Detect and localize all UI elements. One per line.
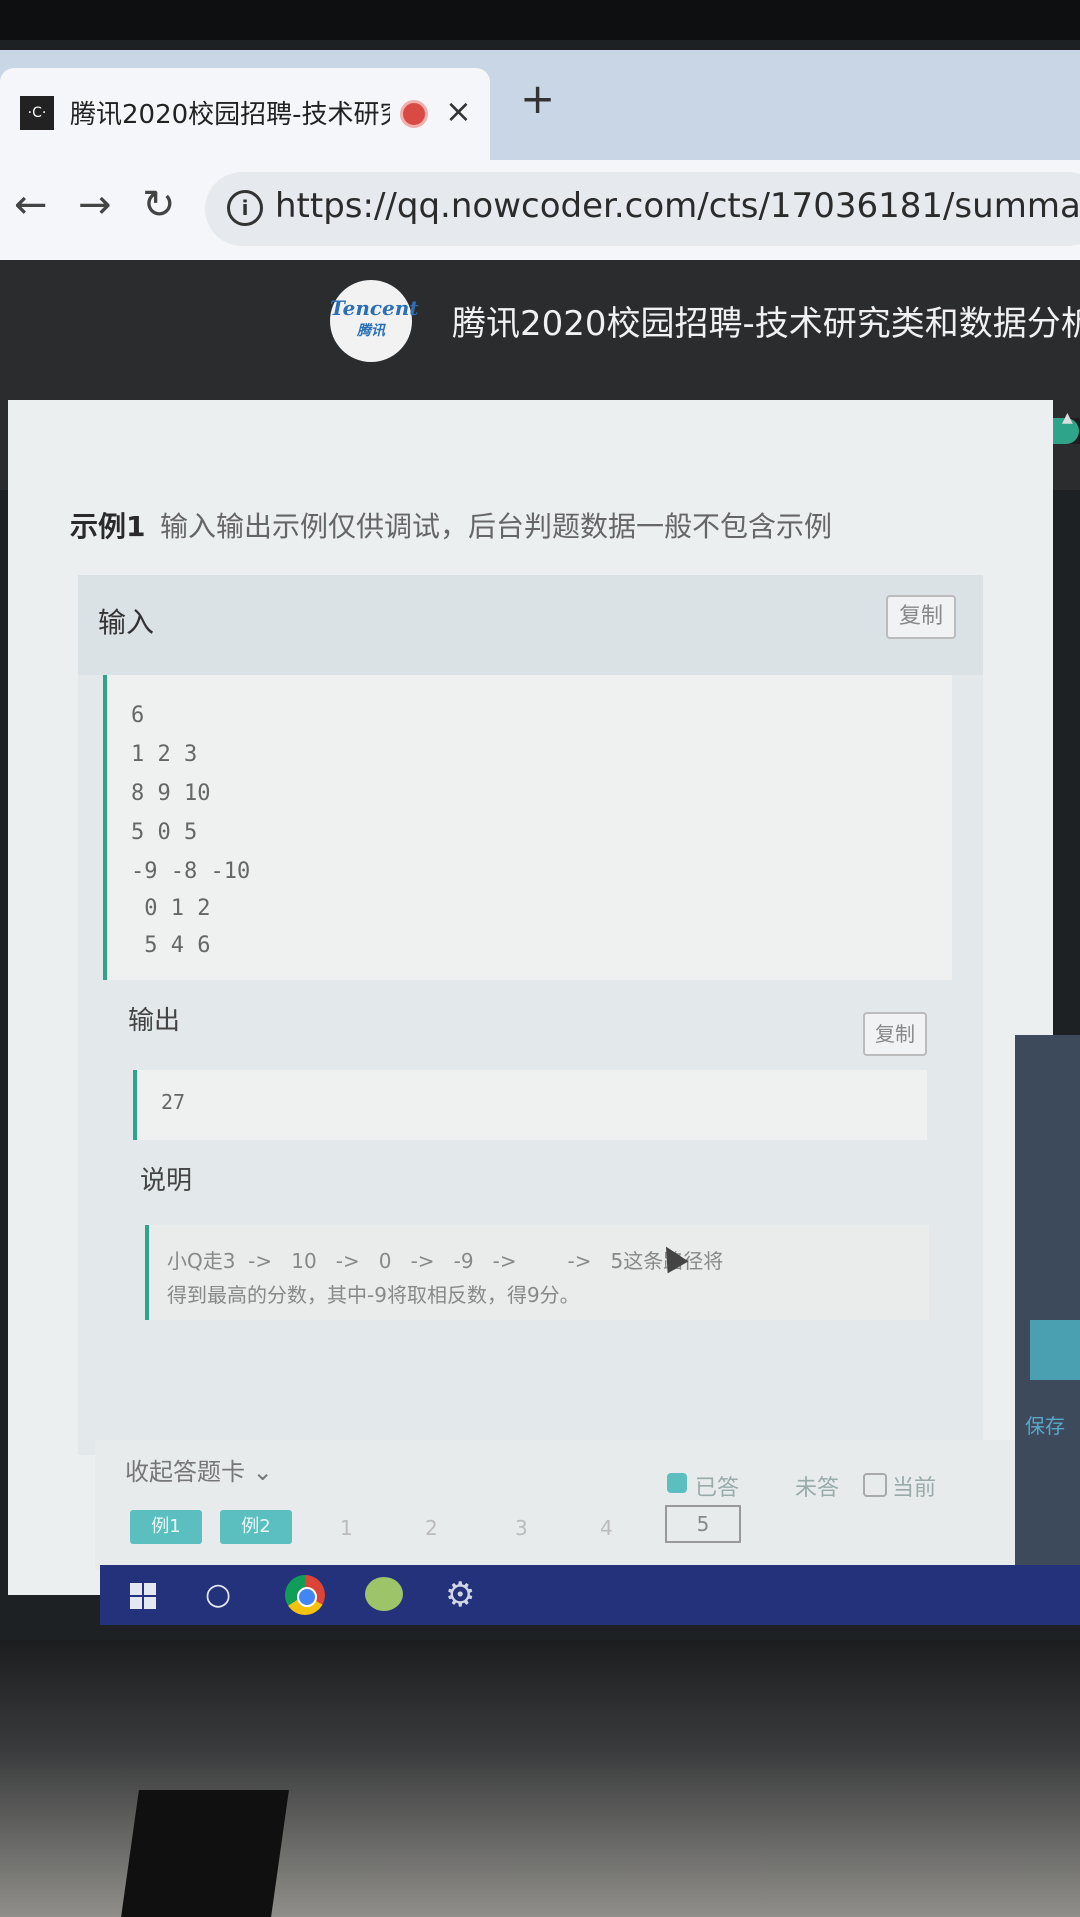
forward-icon[interactable]: → <box>78 182 112 228</box>
input-line: 1 2 3 <box>131 742 198 767</box>
copy-input-button[interactable]: 复制 <box>886 595 956 639</box>
exam-title: 腾讯2020校园招聘-技术研究类和数据分析- <box>452 304 1080 344</box>
chevron-down-icon: ⌄ <box>252 1458 273 1486</box>
side-submit-button[interactable] <box>1030 1320 1080 1380</box>
input-header: 输入 复制 <box>78 575 983 675</box>
app-icon[interactable] <box>365 1577 403 1611</box>
explain-label: 说明 <box>140 1166 193 1196</box>
example-io-box: 输入 复制 6 1 2 3 8 9 10 5 0 5 -9 -8 -10 0 1… <box>78 575 983 1455</box>
input-line: 0 1 2 <box>131 896 211 921</box>
save-label[interactable]: 保存 <box>1025 1410 1065 1439</box>
answer-card-example-1[interactable]: 例1 <box>130 1510 202 1544</box>
input-label: 输入 <box>98 606 155 639</box>
chrome-icon[interactable] <box>285 1575 325 1615</box>
tencent-logo: Tencent 腾讯 <box>330 280 419 362</box>
copy-output-button[interactable]: 复制 <box>863 1012 927 1056</box>
answered-swatch <box>667 1473 687 1493</box>
input-line: -9 -8 -10 <box>131 859 251 884</box>
side-panel <box>1015 1035 1080 1595</box>
explain-block: 小Q走3 -> 10 -> 0 -> -9 -> -> 5这条路径将 得到最高的… <box>145 1225 929 1320</box>
back-icon[interactable]: ← <box>14 182 48 228</box>
legend-answered: 已答 <box>695 1476 740 1501</box>
output-value: 27 <box>161 1090 186 1114</box>
info-icon[interactable]: i <box>227 190 263 226</box>
logo-text: Tencent <box>330 296 419 320</box>
collapse-label: 收起答题卡 <box>125 1458 245 1486</box>
windows-start-icon[interactable] <box>130 1583 156 1609</box>
tab-title: 腾讯2020校园招聘-技术研究 <box>70 100 390 130</box>
logo-subtext: 腾讯 <box>357 323 385 339</box>
input-code-block: 6 1 2 3 8 9 10 5 0 5 -9 -8 -10 0 1 2 5 4… <box>103 675 952 980</box>
input-line: 5 0 5 <box>131 820 198 845</box>
answer-card-question[interactable]: 1 <box>340 1516 353 1540</box>
url-text: https://qq.nowcoder.com/cts/17036181/sum… <box>275 186 1080 226</box>
output-code-block: 27 <box>133 1070 927 1140</box>
input-line: 5 4 6 <box>131 933 211 958</box>
legend-unanswered: 未答 <box>795 1476 840 1501</box>
recording-icon <box>400 100 428 128</box>
legend-current: 当前 <box>892 1476 937 1501</box>
search-circle-icon[interactable]: ○ <box>205 1577 231 1612</box>
example-label: 示例1 <box>70 510 146 543</box>
browser-tab[interactable]: ·C· 腾讯2020校园招聘-技术研究 × <box>0 68 490 160</box>
reload-icon[interactable]: ↻ <box>142 182 176 228</box>
answer-card: 收起答题卡 ⌄ 已答 未答 当前 例1 例2 1 2 3 4 5 <box>95 1440 1015 1570</box>
explain-line: 小Q走3 -> 10 -> 0 -> -9 -> -> 5这条路径将 <box>167 1249 724 1273</box>
close-tab-icon[interactable]: × <box>445 92 472 130</box>
collapse-answer-card-button[interactable]: 收起答题卡 ⌄ <box>125 1452 273 1487</box>
answer-card-question[interactable]: 2 <box>425 1516 438 1540</box>
current-swatch <box>863 1473 887 1497</box>
browser-toolbar: ← → ↻ i https://qq.nowcoder.com/cts/1703… <box>0 160 1080 260</box>
windows-taskbar: ○ ⚙ <box>100 1565 1080 1625</box>
answer-card-example-2[interactable]: 例2 <box>220 1510 292 1544</box>
input-line: 6 <box>131 703 145 728</box>
address-bar[interactable]: i https://qq.nowcoder.com/cts/17036181/s… <box>205 172 1080 246</box>
settings-gear-icon[interactable]: ⚙ <box>445 1575 475 1615</box>
explain-line: 得到最高的分数，其中-9将取相反数，得9分。 <box>167 1283 580 1307</box>
answer-card-question-current[interactable]: 5 <box>665 1505 741 1543</box>
input-line: 8 9 10 <box>131 781 211 806</box>
new-tab-button[interactable]: + <box>520 78 555 120</box>
answer-card-question[interactable]: 4 <box>600 1516 613 1540</box>
answer-card-question[interactable]: 3 <box>515 1516 528 1540</box>
browser-tab-bar: ·C· 腾讯2020校园招聘-技术研究 × + <box>0 50 1080 160</box>
scroll-up-icon[interactable]: ▲ <box>1062 410 1073 426</box>
output-label: 输出 <box>128 1006 181 1036</box>
monitor-stand <box>121 1790 289 1917</box>
nowcoder-favicon-icon: ·C· <box>20 96 54 130</box>
example-note: 输入输出示例仅供调试，后台判题数据一般不包含示例 <box>160 510 833 543</box>
